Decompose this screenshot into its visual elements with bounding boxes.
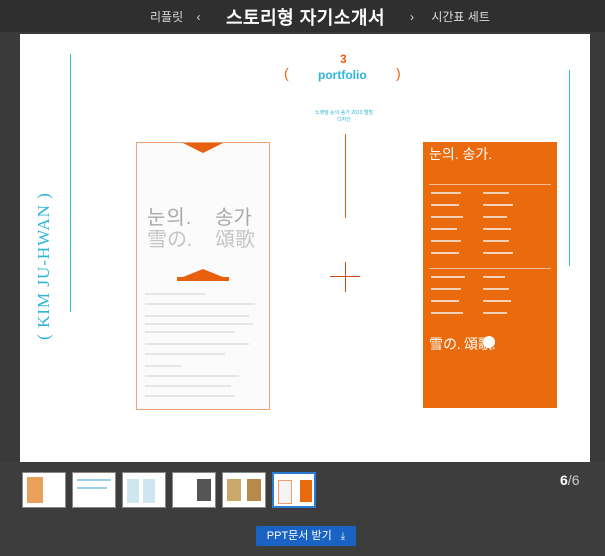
paren-open-text: (: [284, 65, 289, 81]
track-row: [483, 312, 507, 314]
poster-orange-bar: [177, 277, 229, 281]
section-label: portfolio: [318, 68, 367, 82]
next-template-label: 시간표 세트: [431, 10, 490, 24]
poster-text-line: [145, 343, 249, 345]
poster-rule: [429, 268, 551, 269]
poster-text-line: [145, 375, 239, 377]
slide-thumbnail-4[interactable]: [172, 472, 216, 508]
download-button-label: PPT문서 받기: [266, 530, 332, 542]
poster-text-line: [145, 303, 255, 305]
prev-template-label: 리플릿: [150, 10, 184, 24]
download-icon: ⤓: [340, 531, 346, 542]
page-total: 6: [571, 472, 580, 488]
orange-divider: [345, 134, 346, 218]
slide-thumbnail-2[interactable]: [72, 472, 116, 508]
poster-text-line: [145, 323, 253, 325]
poster-right-title-ko: 눈의. 송가.: [429, 146, 493, 162]
slide-preview: ( KIM JU-HWAN ) 3 ( portfolio ) 노랫말 눈의 송…: [20, 34, 590, 462]
poster-text-line: [145, 353, 225, 355]
chevron-right-icon: ›: [410, 10, 414, 24]
page-title: 스토리형 자기소개서: [226, 8, 386, 28]
track-row: [431, 276, 465, 278]
track-row: [431, 240, 461, 242]
download-ppt-button[interactable]: PPT문서 받기 ⤓: [256, 526, 356, 546]
paren-close: ): [396, 65, 401, 83]
paren-close-text: ): [396, 65, 401, 81]
slide-thumbnail-6[interactable]: [272, 472, 316, 508]
slide-thumbnail-3[interactable]: [122, 472, 166, 508]
slide-thumbnail-5[interactable]: [222, 472, 266, 508]
paren-open: (: [284, 65, 289, 83]
next-template-link[interactable]: › 시간표 세트: [410, 8, 490, 25]
left-cyan-rule: [70, 54, 71, 312]
poster-right-title-cn: 雪の. 頌歌.: [429, 338, 496, 353]
track-row: [483, 228, 511, 230]
track-row: [483, 204, 513, 206]
poster-text-line: [145, 385, 231, 387]
prev-template-link[interactable]: 리플릿 ‹: [150, 8, 200, 25]
track-row: [431, 312, 463, 314]
track-row: [483, 240, 509, 242]
track-row: [483, 192, 509, 194]
poster-top-triangle: [183, 143, 223, 153]
track-row: [431, 228, 457, 230]
page-indicator: 6/6: [560, 472, 579, 488]
track-row: [431, 204, 459, 206]
poster-orange: 눈의. 송가. 雪の. 頌歌.: [423, 142, 557, 408]
track-row: [483, 300, 511, 302]
poster-text-line: [145, 395, 235, 397]
poster-text-line: [145, 293, 205, 295]
track-row: [431, 252, 459, 254]
track-row: [431, 300, 459, 302]
page-current: 6: [560, 472, 568, 488]
right-cyan-rule: [569, 70, 570, 266]
track-row: [431, 192, 461, 194]
project-subtitle: 노랫말 눈의 송가 2013 앨범디자인: [314, 110, 374, 123]
poster-mid-triangle: [183, 269, 223, 277]
track-row: [431, 288, 461, 290]
poster-text-line: [145, 315, 249, 317]
name-vertical-text: ( KIM JU-HWAN ): [34, 192, 53, 340]
cross-mark-vertical: [345, 262, 346, 292]
poster-white: 눈의. 송가 雪の. 頌歌: [136, 142, 270, 410]
poster-text-line: [145, 365, 181, 367]
poster-title-cn-b: 頌歌: [215, 229, 255, 251]
track-row: [483, 288, 509, 290]
chevron-left-icon: ‹: [196, 10, 201, 24]
track-row: [483, 252, 513, 254]
poster-rule: [429, 184, 551, 185]
track-row: [483, 276, 505, 278]
slide-thumbnail-1[interactable]: [22, 472, 66, 508]
section-number: 3: [340, 52, 347, 66]
poster-title-cn-a: 雪の.: [147, 229, 192, 251]
track-row: [483, 216, 507, 218]
track-row: [431, 216, 463, 218]
poster-text-line: [145, 331, 235, 333]
